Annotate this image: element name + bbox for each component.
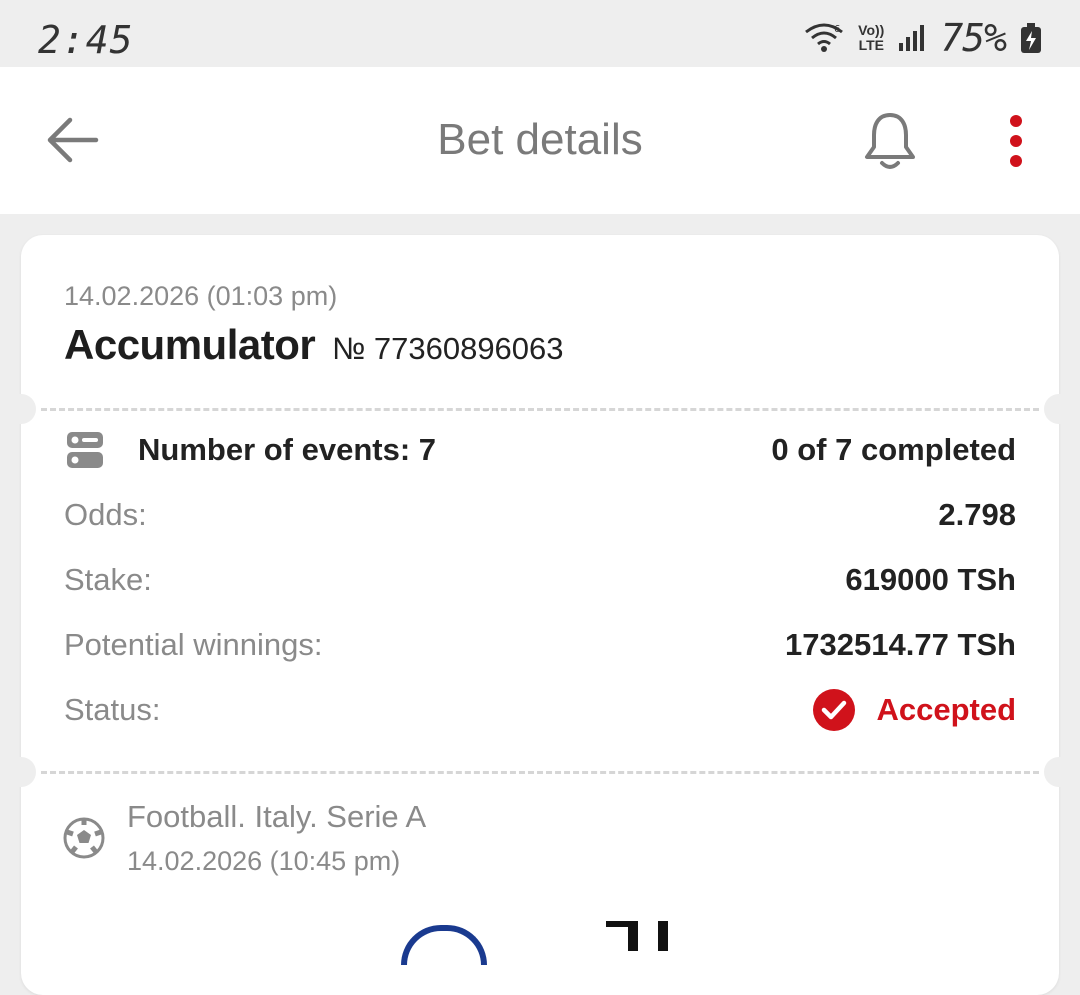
bell-icon [865, 113, 915, 169]
stake-label: Stake: [64, 562, 152, 597]
check-circle-icon [813, 689, 856, 731]
odds-value: 2.798 [938, 497, 1016, 532]
events-list-icon [67, 432, 103, 468]
status-label: Status: [64, 692, 161, 727]
bet-type: Accumulator [64, 321, 316, 368]
dashed-divider-2 [41, 771, 1039, 774]
signal-bars-icon [899, 25, 925, 51]
lte-label: LTE [858, 37, 884, 53]
status-value: Accepted [876, 692, 1016, 727]
events-completed: 0 of 7 completed [771, 432, 1016, 467]
bet-number: № 77360896063 [332, 331, 564, 366]
battery-charging-icon [1021, 23, 1041, 53]
wifi-icon: 6 [805, 23, 844, 52]
app-bar: Bet details [0, 67, 1080, 214]
football-icon [63, 817, 105, 859]
status-badge: Accepted [812, 688, 1016, 732]
ticket-notch-left-1 [6, 394, 36, 424]
event-league: Football. Italy. Serie A [127, 799, 427, 834]
away-team-logo [606, 921, 668, 951]
volte-label: Vo)) [858, 22, 885, 38]
bet-card: 14.02.2026 (01:03 pm) Accumulator № 7736… [6, 235, 1074, 995]
potential-winnings-label: Potential winnings: [64, 627, 323, 662]
battery-percent: 75% [940, 16, 1007, 60]
page-title: Bet details [437, 115, 643, 164]
notifications-button[interactable] [862, 109, 918, 173]
odds-label: Odds: [64, 497, 147, 532]
dashed-divider-1 [41, 408, 1039, 411]
volte-badge: Vo)) LTE [858, 23, 884, 53]
more-menu-button[interactable] [996, 111, 1036, 171]
ticket-notch-right-1 [1044, 394, 1074, 424]
more-vertical-icon [1010, 115, 1022, 167]
stake-value: 619000 TSh [845, 562, 1016, 597]
bet-date: 14.02.2026 (01:03 pm) [64, 281, 338, 311]
event-date: 14.02.2026 (10:45 pm) [127, 846, 401, 876]
status-icons: 6 Vo)) LTE 75% [804, 16, 1042, 60]
status-bar: 2:45 6 Vo)) LTE 75% [0, 0, 1080, 67]
events-count: Number of events: 7 [138, 432, 437, 467]
home-team-logo [401, 925, 487, 965]
ticket-notch-right-2 [1044, 757, 1074, 787]
potential-winnings-value: 1732514.77 TSh [785, 627, 1016, 662]
ticket-notch-left-2 [6, 757, 36, 787]
status-time: 2:45 [38, 18, 134, 62]
svg-text:6: 6 [834, 24, 840, 35]
